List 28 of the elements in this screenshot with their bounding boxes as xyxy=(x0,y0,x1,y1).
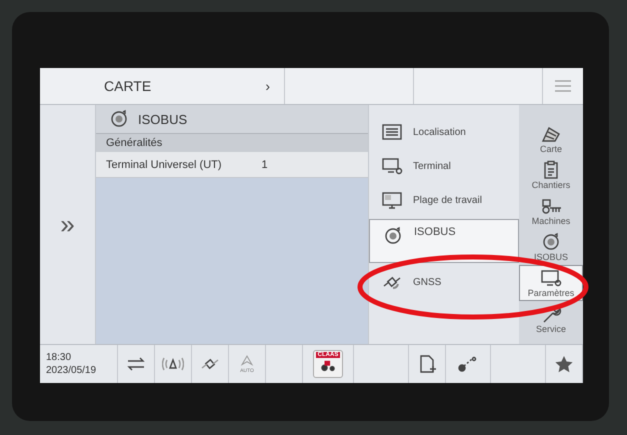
monitor-gear-icon xyxy=(540,268,562,288)
row-label: Terminal Universel (UT) xyxy=(106,158,222,170)
sidebar-item[interactable]: Service xyxy=(519,301,583,337)
row-value: 1 xyxy=(262,158,268,170)
date-text: 2023/05/19 xyxy=(46,365,98,376)
route-points-icon xyxy=(457,354,479,374)
submenu-item[interactable]: GNSS xyxy=(369,265,519,299)
clock-time: 18:30 xyxy=(46,352,72,363)
star-icon xyxy=(553,354,575,374)
monitor-gear-icon xyxy=(381,156,403,176)
panel-title: ISOBUS xyxy=(138,112,188,126)
submenu-item[interactable]: ISOBUS xyxy=(369,219,519,263)
expand-toggle[interactable]: » xyxy=(60,209,75,240)
sidebar-item[interactable]: Machines xyxy=(519,193,583,229)
sidebar-item[interactable]: Carte xyxy=(519,121,583,157)
field-map-icon xyxy=(540,124,562,144)
tractor-icon xyxy=(319,358,337,372)
sidebar-item[interactable]: ISOBUS xyxy=(519,229,583,265)
submenu-item[interactable]: Terminal xyxy=(369,149,519,183)
menu-icon[interactable] xyxy=(555,80,571,92)
submenu-item[interactable]: Localisation xyxy=(369,115,519,149)
submenu-item[interactable]: Plage de travail xyxy=(369,183,519,217)
chevron-text: › xyxy=(265,78,270,94)
monitor-icon xyxy=(381,190,403,210)
breadcrumb-title: CARTE xyxy=(104,78,152,94)
list-icon xyxy=(381,122,403,142)
section-header: Généralités xyxy=(96,133,368,152)
sidebar-item[interactable]: Chantiers xyxy=(519,157,583,193)
